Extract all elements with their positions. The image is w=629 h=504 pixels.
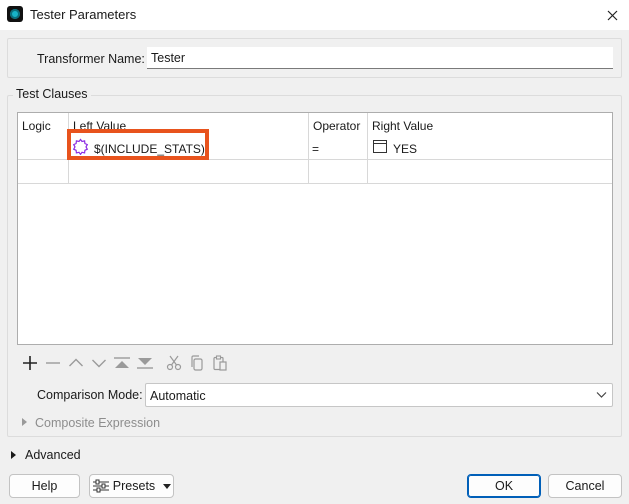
chevron-down-icon [596, 392, 607, 398]
column-header-operator[interactable]: Operator [313, 119, 360, 133]
add-clause-button[interactable] [20, 353, 40, 373]
comparison-mode-value: Automatic [150, 389, 206, 403]
test-clauses-label: Test Clauses [13, 87, 91, 101]
ok-button-label: OK [494, 479, 514, 493]
copy-button[interactable] [187, 353, 207, 373]
operator-cell[interactable]: = [312, 142, 319, 156]
transformer-name-group: Transformer Name: [7, 38, 622, 78]
row-divider [18, 183, 612, 184]
expand-arrow-icon [11, 451, 16, 459]
move-down-icon [92, 359, 106, 368]
close-icon [607, 10, 617, 20]
window-title: Tester Parameters [30, 7, 137, 22]
right-value-cell[interactable]: YES [393, 142, 417, 156]
move-to-bottom-icon [137, 358, 153, 369]
move-up-icon [69, 358, 83, 367]
paste-button[interactable] [210, 353, 230, 373]
remove-clause-button[interactable] [43, 353, 63, 373]
dropdown-arrow-icon [163, 483, 172, 489]
composite-expression-toggle[interactable]: Composite Expression [22, 416, 160, 430]
presets-button[interactable]: Presets [89, 474, 174, 498]
title-bar: Tester Parameters [0, 0, 629, 30]
table-row[interactable] [18, 160, 612, 183]
presets-sliders-icon [92, 479, 109, 493]
comparison-mode-select[interactable]: Automatic [145, 383, 613, 407]
move-down-button[interactable] [89, 353, 109, 373]
cancel-button[interactable]: Cancel [548, 474, 622, 498]
help-button-label: Help [31, 479, 58, 493]
cut-icon [166, 355, 182, 371]
move-up-button[interactable] [66, 353, 86, 373]
paste-icon [213, 355, 227, 371]
presets-button-label: Presets [112, 479, 156, 493]
help-button[interactable]: Help [9, 474, 80, 498]
test-clauses-table[interactable]: Logic Left Value Operator Right Value $(… [17, 112, 613, 345]
ok-button[interactable]: OK [467, 474, 541, 498]
app-icon [7, 6, 23, 22]
move-to-top-button[interactable] [112, 353, 132, 373]
column-header-right-value[interactable]: Right Value [372, 119, 433, 133]
move-to-top-icon [114, 357, 130, 368]
cancel-button-label: Cancel [565, 479, 605, 493]
text-value-icon [373, 140, 387, 153]
copy-icon [191, 355, 203, 371]
composite-expression-label: Composite Expression [35, 416, 161, 430]
advanced-label: Advanced [25, 448, 81, 462]
left-value-highlight [67, 129, 209, 160]
move-to-bottom-button[interactable] [135, 353, 155, 373]
cut-button[interactable] [164, 353, 184, 373]
transformer-name-label: Transformer Name: [37, 52, 145, 66]
add-icon [23, 356, 37, 370]
advanced-toggle[interactable]: Advanced [11, 448, 81, 462]
remove-icon [46, 362, 60, 364]
comparison-mode-label: Comparison Mode: [37, 388, 143, 402]
expand-arrow-icon [22, 418, 27, 426]
column-header-logic[interactable]: Logic [22, 119, 51, 133]
transformer-name-input[interactable] [147, 47, 613, 69]
close-button[interactable] [595, 0, 629, 30]
